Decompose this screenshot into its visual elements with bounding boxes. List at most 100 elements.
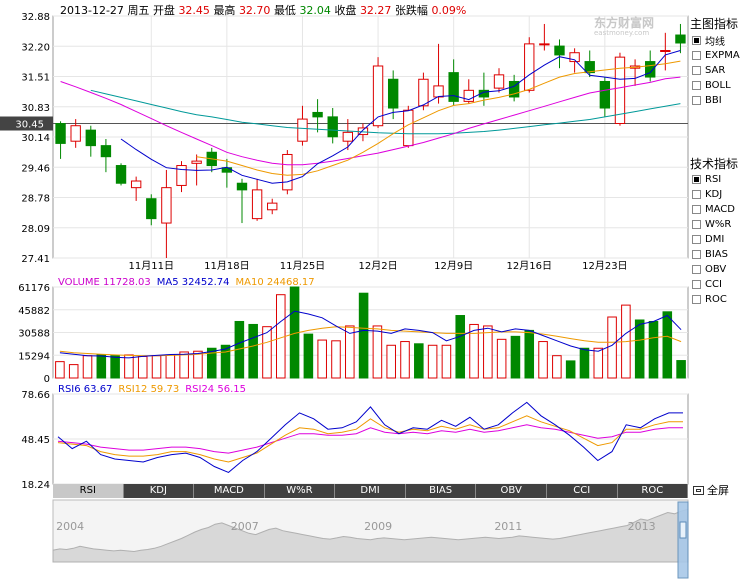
main-indicator-option-bbi[interactable]: BBI (692, 93, 722, 107)
main-indicator-option-[interactable]: 均线 (692, 33, 725, 48)
overview-year-label: 2007 (231, 520, 259, 533)
tech-indicator-checkbox[interactable] (692, 249, 701, 259)
candle-body (130, 180, 142, 189)
overview-window-handle (677, 501, 689, 579)
volume-ma5-legend: MA5 32452.74 (157, 277, 230, 288)
tech-indicator-option-roc[interactable]: ROC (692, 292, 727, 306)
price-x-tick: 12月9日 (434, 260, 473, 272)
candle-body (327, 116, 338, 138)
tab-wr[interactable]: W%R (264, 484, 336, 498)
candle-body (176, 165, 187, 186)
tech-indicator-option-kdj[interactable]: KDJ (692, 187, 722, 201)
tech-indicator-checkbox[interactable] (692, 264, 701, 274)
volume-bar (110, 355, 120, 379)
main-indicator-option-label: EXPMA (705, 49, 740, 61)
low-label: 最低 (273, 4, 296, 17)
price-x-tick: 12月2日 (359, 260, 398, 272)
volume-y-tick: 61176 (18, 283, 50, 294)
volume-bar (96, 354, 107, 379)
tab-dmi[interactable]: DMI (335, 484, 406, 498)
open-label: 开盘 (152, 4, 175, 17)
rsi6-legend: RSI6 63.67 (58, 384, 112, 395)
current-price-tag-text: 30.45 (15, 120, 44, 131)
tech-indicator-option-obv[interactable]: OBV (692, 262, 726, 276)
tech-indicator-option-wr[interactable]: W%R (692, 217, 731, 231)
tech-indicator-option-dmi[interactable]: DMI (692, 232, 724, 246)
volume-bar (68, 364, 79, 379)
tech-indicator-checkbox[interactable] (692, 294, 701, 304)
main-indicator-checkbox[interactable] (692, 95, 701, 105)
volume-bar (137, 355, 148, 379)
tech-indicator-option-label: KDJ (705, 188, 723, 200)
volume-bar (331, 340, 341, 379)
low-value: 32.04 (299, 4, 331, 17)
volume-bar (565, 360, 576, 379)
tech-indicator-option-label: DMI (705, 233, 725, 245)
price-panel: 32.88 32.20 31.51 30.83 30.14 29.46 28.78 28.09… (0, 12, 689, 272)
volume-bar (82, 355, 93, 379)
volume-bar (524, 329, 535, 379)
tech-indicator-checkbox[interactable] (692, 189, 701, 199)
candle-body (251, 189, 263, 220)
tech-indicator-option-bias[interactable]: BIAS (692, 247, 728, 261)
candle-body (418, 78, 429, 107)
tab-obv[interactable]: OBV (476, 484, 547, 498)
volume-bar (593, 347, 604, 379)
candle-body (70, 125, 81, 142)
main-indicator-checkbox[interactable] (692, 80, 701, 90)
volume-bar (469, 323, 479, 379)
price-x-tick: 12月23日 (582, 260, 627, 272)
volume-bar (455, 315, 466, 379)
tab-cci[interactable]: CCI (546, 484, 618, 498)
candle-body (146, 198, 157, 220)
candle-body (554, 45, 565, 56)
price-y-tick: 28.09 (21, 224, 50, 235)
tech-indicator-checkbox[interactable] (692, 219, 701, 229)
tech-indicator-option-macd[interactable]: MACD (692, 202, 735, 216)
tech-indicator-checkbox[interactable] (692, 279, 701, 289)
main-indicator-checkbox[interactable] (692, 65, 701, 75)
main-indicator-checkbox[interactable] (692, 50, 701, 60)
candle-body (312, 111, 323, 118)
main-indicator-checkbox[interactable] (692, 35, 701, 45)
tech-indicator-option-cci[interactable]: CCI (692, 277, 722, 291)
fullscreen-label: 全屏 (707, 484, 729, 497)
indicator-tabs: RSI KDJ MACD W%R DMI BIAS OBV CCI ROC (53, 484, 689, 498)
watermark-logo: 东方财富网 eastmoney.com (594, 14, 684, 37)
main-indicator-option-boll[interactable]: BOLL (692, 78, 731, 92)
tab-rsi[interactable]: RSI (53, 484, 124, 498)
main-indicator-option-label: SAR (705, 64, 726, 76)
tech-indicator-checkbox[interactable] (692, 204, 701, 214)
main-indicator-option-sar[interactable]: SAR (692, 63, 725, 77)
change-value: 0.09% (431, 4, 467, 17)
tech-indicator-option-label: CCI (705, 278, 722, 290)
tab-roc[interactable]: ROC (617, 484, 689, 498)
candle-body (221, 167, 233, 173)
volume-bar (220, 344, 231, 379)
tech-indicator-checkbox[interactable] (692, 174, 701, 184)
watermark-site: eastmoney.com (594, 29, 650, 37)
overview-year-label: 2011 (494, 520, 522, 533)
high-label: 最高 (213, 4, 236, 17)
tech-indicator-title: 技术指标 (690, 157, 739, 171)
tech-indicator-option-rsi[interactable]: RSI (692, 172, 721, 186)
tech-indicator-checkbox[interactable] (692, 234, 701, 244)
overview-navigator[interactable]: 2004 2007 2009 2011 2013 (52, 499, 689, 579)
tab-kdj[interactable]: KDJ (123, 484, 195, 498)
price-y-tick: 32.20 (21, 42, 50, 53)
volume-bar (303, 333, 314, 379)
volume-bar (248, 323, 258, 379)
volume-bar (510, 335, 521, 379)
tab-macd[interactable]: MACD (194, 484, 265, 498)
main-indicator-option-expma[interactable]: EXPMA (692, 48, 740, 62)
rsi-legend: RSI6 63.67 RSI12 59.73 RSI24 56.15 (58, 384, 246, 395)
fullscreen-button[interactable]: 全屏 (693, 482, 729, 498)
price-y-tick: 29.46 (21, 163, 50, 174)
candle-body (100, 145, 112, 158)
volume-bar (400, 341, 410, 379)
tab-bias[interactable]: BIAS (405, 484, 477, 498)
volume-bar (648, 320, 659, 379)
volume-y-tick: 45882 (18, 306, 50, 317)
price-y-tick: 30.14 (21, 133, 50, 144)
volume-ma10-legend: MA10 24468.17 (236, 277, 315, 288)
